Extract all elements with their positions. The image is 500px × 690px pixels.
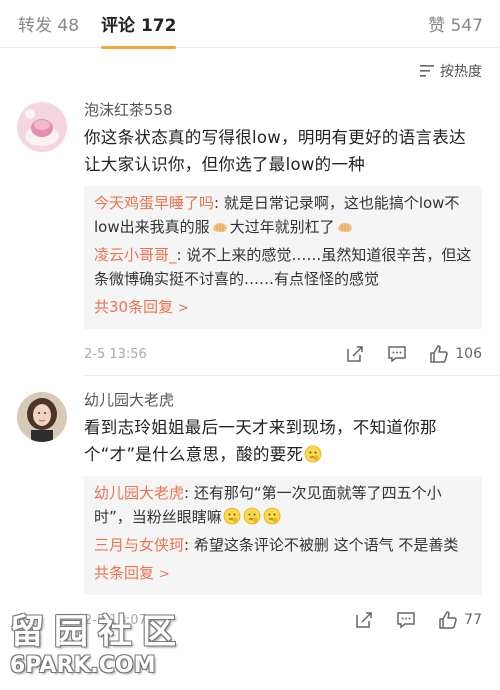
username[interactable]: 幼儿园大老虎 bbox=[84, 390, 482, 410]
share-icon[interactable] bbox=[345, 344, 365, 364]
comment-text: 你这条状态真的写得很low，明明有更好的语言表达让大家认识你，但你选了最low的… bbox=[84, 128, 466, 174]
reply-username[interactable]: 凌云小哥哥_ bbox=[94, 246, 177, 264]
comment-text: 看到志玲姐姐最后一天才来到现场，不知道你那个“才”是什么意思，酸的要死 bbox=[84, 414, 482, 468]
timestamp: 2-5 14:07 bbox=[84, 612, 147, 628]
like-count: 106 bbox=[455, 346, 482, 362]
reply-item: 三月与女侠珂: 希望这条评论不被删 这个语气 不是善类 bbox=[94, 533, 472, 557]
fist-emoji-icon bbox=[211, 217, 229, 233]
share-icon[interactable] bbox=[354, 610, 374, 630]
reply-username[interactable]: 三月与女侠珂 bbox=[94, 536, 184, 554]
comment-icon[interactable] bbox=[387, 344, 407, 364]
thumbs-up-icon[interactable] bbox=[429, 344, 449, 364]
thinking-face-icon bbox=[263, 507, 281, 525]
thinking-face-icon bbox=[223, 507, 241, 525]
comment-icon[interactable] bbox=[396, 610, 416, 630]
thumbs-up-icon[interactable] bbox=[438, 610, 458, 630]
more-replies-link[interactable]: 共条回复 > bbox=[94, 561, 472, 587]
fist-emoji-icon bbox=[336, 217, 354, 233]
avatar[interactable] bbox=[17, 392, 67, 442]
reply-box[interactable]: 幼儿园大老虎: 还有那句“第一次见面就等了四五个小时”，当粉丝眼瞎嘛 三月与女侠… bbox=[84, 476, 482, 595]
thinking-face-icon bbox=[304, 444, 322, 463]
reply-item: 凌云小哥哥_: 说不上来的感觉……虽然知道很辛苦，但这条微博确实挺不讨喜的……有… bbox=[94, 243, 472, 291]
comment-meta: 2-5 13:56 106 bbox=[84, 333, 482, 375]
comment-actions: 77 bbox=[332, 610, 482, 630]
reply-item: 今天鸡蛋早睡了吗: 就是日常记录啊，这也能搞个low不low出来我真的服 大过年就… bbox=[94, 191, 472, 239]
reply-text: : 希望这条评论不被删 这个语气 不是善类 bbox=[184, 536, 459, 554]
reply-box[interactable]: 今天鸡蛋早睡了吗: 就是日常记录啊，这也能搞个low不low出来我真的服 大过年就… bbox=[84, 186, 482, 329]
sort-label: 按热度 bbox=[440, 64, 482, 80]
more-replies-label: 共30条回复 bbox=[94, 298, 174, 316]
chevron-right-icon: > bbox=[158, 567, 170, 582]
more-replies-label: 共 bbox=[94, 564, 110, 582]
more-replies-link[interactable]: 共30条回复 > bbox=[94, 295, 472, 321]
watermark-en: 6PARK.COM bbox=[10, 653, 156, 678]
username[interactable]: 泡沫红茶558 bbox=[84, 100, 482, 120]
thinking-face-icon bbox=[243, 507, 261, 525]
sort-lines-icon bbox=[420, 65, 434, 77]
reply-username[interactable]: 今天鸡蛋早睡了吗 bbox=[94, 194, 214, 212]
tab-bar: 转发 48 评论 172 赞 547 bbox=[0, 0, 500, 49]
sort-row: 按热度 bbox=[0, 48, 500, 94]
like-count: 77 bbox=[464, 612, 482, 628]
sort-button[interactable]: 按热度 bbox=[420, 61, 482, 81]
comment-item: 泡沫红茶558 你这条状态真的写得很low，明明有更好的语言表达让大家认识你，但… bbox=[0, 94, 500, 375]
comment-meta: 2-5 14:07 77 bbox=[84, 599, 482, 641]
comment-text-body: 看到志玲姐姐最后一天才来到现场，不知道你那个“才”是什么意思，酸的要死 bbox=[84, 418, 437, 464]
reply-text-tail: 大过年就别杠了 bbox=[229, 218, 335, 236]
more-replies-label-tail: 条回复 bbox=[109, 564, 155, 582]
comment-actions: 106 bbox=[323, 344, 482, 364]
timestamp: 2-5 13:56 bbox=[84, 346, 147, 362]
tab-comment[interactable]: 评论 172 bbox=[101, 11, 177, 49]
tab-repost[interactable]: 转发 48 bbox=[18, 11, 79, 36]
reply-username[interactable]: 幼儿园大老虎 bbox=[94, 484, 184, 502]
comment-item: 幼儿园大老虎 看到志玲姐姐最后一天才来到现场，不知道你那个“才”是什么意思，酸的… bbox=[0, 376, 500, 641]
tab-like[interactable]: 赞 547 bbox=[428, 11, 483, 36]
avatar[interactable] bbox=[17, 102, 67, 152]
chevron-right-icon: > bbox=[177, 301, 189, 316]
reply-item: 幼儿园大老虎: 还有那句“第一次见面就等了四五个小时”，当粉丝眼瞎嘛 bbox=[94, 481, 472, 529]
